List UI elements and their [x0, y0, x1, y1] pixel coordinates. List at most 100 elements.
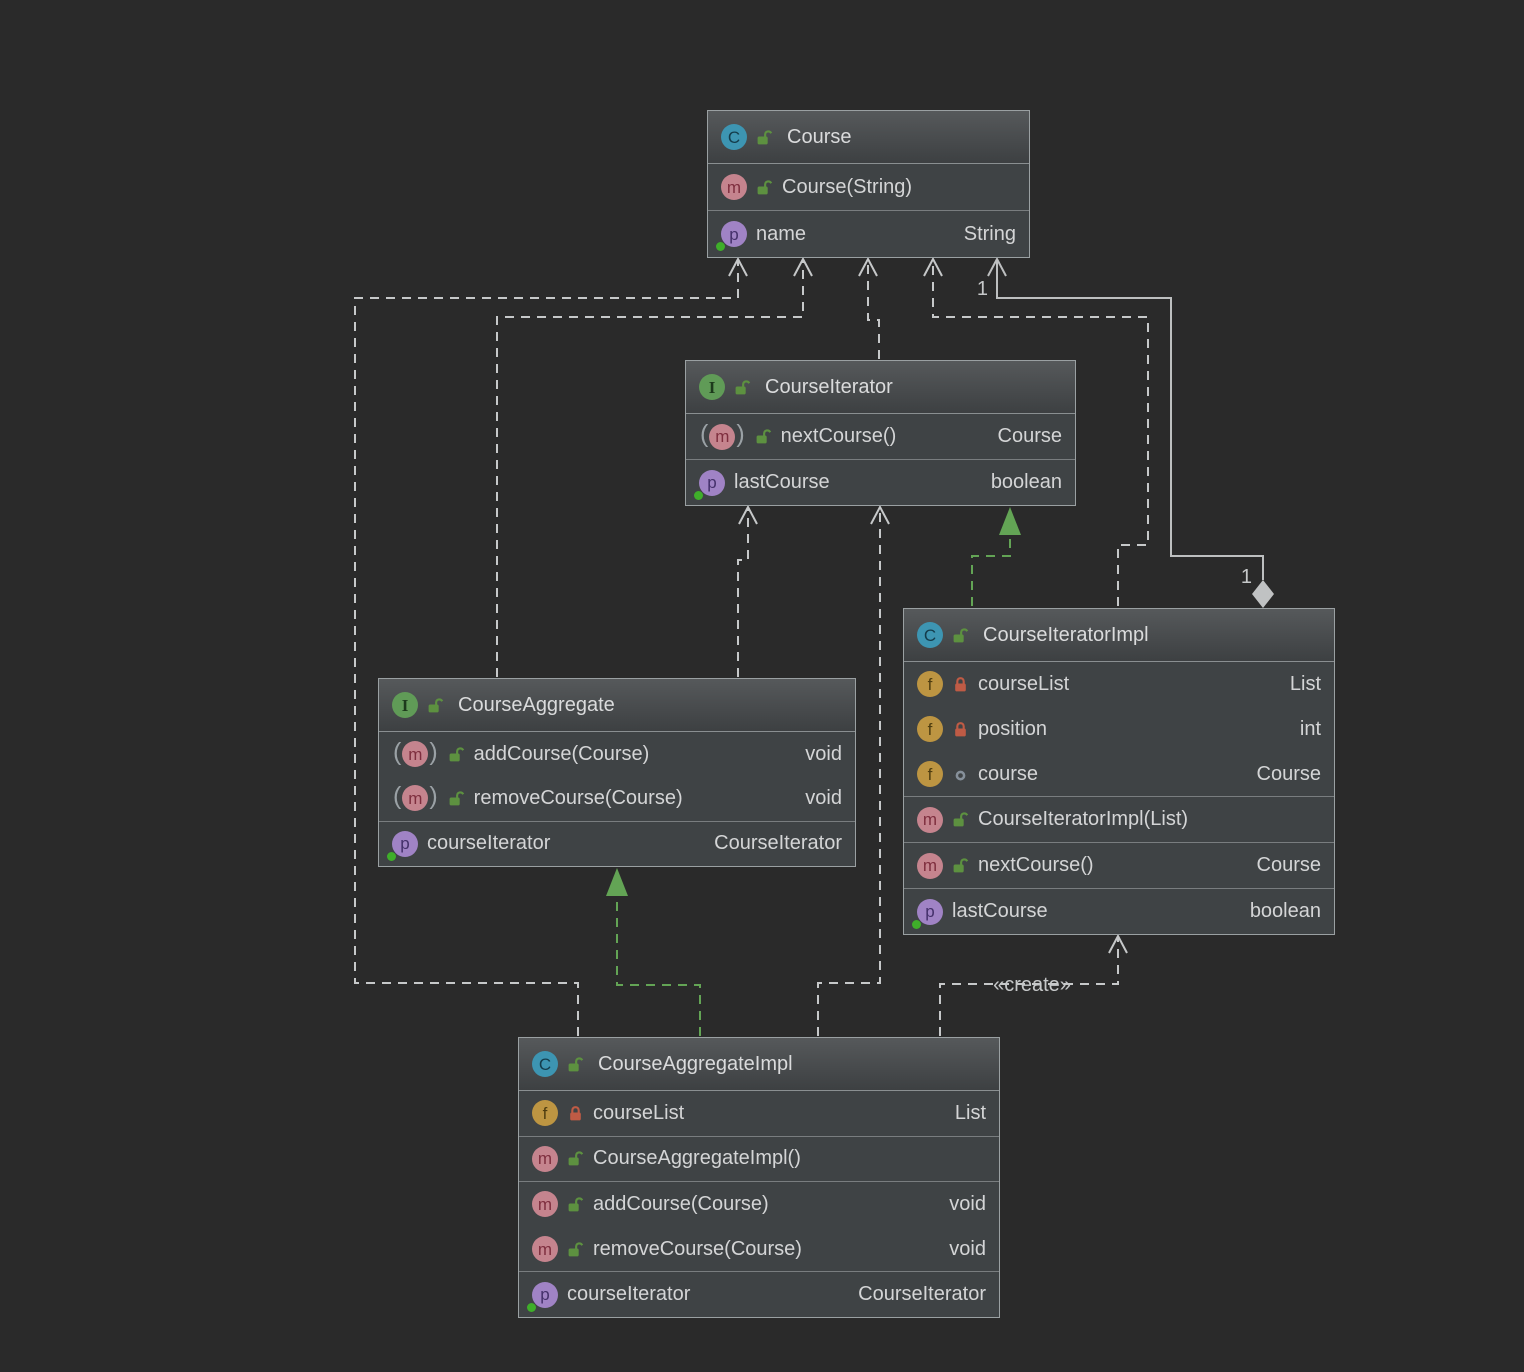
member-name: removeCourse(Course) — [593, 1237, 802, 1260]
member-name: lastCourse — [734, 471, 830, 493]
interface-node-courseaggregate[interactable]: I CourseAggregate (m) addCourse(Course) … — [378, 678, 856, 867]
closed-lock-icon — [955, 721, 966, 737]
uml-diagram-canvas: 1 1 «create» C Course m Course(String) p n… — [0, 0, 1524, 1372]
member-row-courselist-field[interactable]: f courseList List — [519, 1091, 999, 1136]
method-icon: m — [917, 806, 943, 833]
member-name: nextCourse() — [978, 854, 1094, 877]
abstract-paren-icon: ) — [429, 737, 438, 766]
package-circle-icon — [955, 770, 966, 781]
field-icon: f — [917, 716, 943, 743]
method-icon: m — [532, 1236, 558, 1263]
realization-triangle-icon — [606, 868, 628, 896]
open-lock-icon — [735, 379, 751, 394]
member-name: CourseIteratorImpl(List) — [978, 808, 1189, 831]
class-title: Course — [787, 125, 852, 148]
open-lock-icon — [757, 129, 773, 144]
member-name: addCourse(Course) — [593, 1192, 769, 1215]
open-lock-icon — [568, 1151, 584, 1166]
member-row-addcourse-method[interactable]: m addCourse(Course) void — [519, 1181, 999, 1227]
member-row-removecourse-method[interactable]: m removeCourse(Course) void — [519, 1226, 999, 1272]
interface-icon: I — [699, 374, 725, 400]
member-type: List — [1289, 672, 1321, 695]
method-icon: m — [532, 1145, 558, 1172]
member-row-nextcourse[interactable]: (m) nextCourse() Course — [686, 414, 1075, 459]
member-name: nextCourse() — [780, 425, 897, 447]
interface-header-courseiterator: I CourseIterator — [686, 361, 1075, 414]
member-name: name — [756, 222, 807, 245]
closed-lock-icon — [955, 677, 966, 692]
property-icon: p — [387, 830, 418, 861]
member-name: removeCourse(Course) — [473, 786, 683, 809]
member-row-removecourse[interactable]: (m) removeCourse(Course) void — [379, 776, 855, 821]
edge-courseaggregate-uses-courseiterator — [737, 509, 749, 677]
open-lock-icon — [953, 858, 969, 873]
method-icon: m — [721, 174, 747, 200]
class-header-courseaggregateimpl: C CourseAggregateImpl — [519, 1038, 999, 1091]
member-name: CourseAggregateImpl() — [593, 1147, 801, 1170]
open-lock-icon — [568, 1197, 584, 1212]
interface-icon: I — [392, 692, 418, 718]
member-row-courseiteratorimpl-constructor[interactable]: m CourseIteratorImpl(List) — [904, 796, 1334, 843]
abstract-method-icon: m — [402, 785, 429, 812]
class-title: CourseAggregateImpl — [598, 1052, 793, 1075]
member-row-lastcourse[interactable]: p lastCourse boolean — [686, 459, 1075, 505]
member-row-lastcourse-property[interactable]: p lastCourse boolean — [904, 888, 1334, 934]
member-type: List — [954, 1101, 986, 1124]
class-header-course: C Course — [708, 111, 1029, 164]
open-lock-icon — [953, 812, 969, 827]
green-dot-icon — [912, 919, 921, 929]
edge-label: 1 — [977, 278, 988, 300]
member-row-nextcourse-method[interactable]: m nextCourse() Course — [904, 842, 1334, 889]
member-type: String — [963, 222, 1016, 245]
member-name: course — [978, 762, 1039, 785]
member-row-course-constructor[interactable]: m Course(String) — [708, 164, 1029, 210]
edge-label: «create» — [993, 974, 1071, 996]
open-lock-icon — [568, 1056, 584, 1071]
member-row-position-field[interactable]: f position int — [904, 706, 1334, 752]
member-name: lastCourse — [952, 900, 1048, 923]
member-name: courseIterator — [567, 1283, 691, 1306]
abstract-method-icon: m — [709, 423, 736, 450]
closed-lock-icon — [570, 1105, 581, 1121]
member-row-courselist-field[interactable]: f courseList List — [904, 662, 1334, 707]
class-node-courseiteratorimpl[interactable]: C CourseIteratorImpl f courseList List f… — [903, 608, 1335, 935]
open-lock-icon — [428, 697, 444, 712]
member-name: courseIterator — [427, 832, 551, 855]
member-row-courseiterator-property[interactable]: p courseIterator CourseIterator — [379, 820, 855, 866]
edge-label: 1 — [1241, 566, 1252, 588]
green-dot-icon — [387, 851, 396, 861]
member-type: boolean — [990, 471, 1062, 493]
member-row-courseaggregateimpl-constructor[interactable]: m CourseAggregateImpl() — [519, 1135, 999, 1182]
abstract-method-icon: m — [402, 741, 429, 768]
edge-courseaggregateimpl-uses-course — [354, 261, 739, 1036]
member-row-name-property[interactable]: p name String — [708, 210, 1029, 257]
member-type: void — [805, 786, 842, 809]
member-type: boolean — [1249, 900, 1321, 923]
class-node-course[interactable]: C Course m Course(String) p name String — [707, 110, 1030, 258]
open-lock-icon — [449, 747, 464, 762]
member-row-course-field[interactable]: f course Course — [904, 751, 1334, 797]
interface-node-courseiterator[interactable]: I CourseIterator (m) nextCourse() Course… — [685, 360, 1076, 506]
field-icon: f — [917, 761, 943, 788]
member-type: CourseIterator — [714, 832, 842, 855]
class-node-courseaggregateimpl[interactable]: C CourseAggregateImpl f courseList List … — [518, 1037, 1000, 1318]
member-type: Course — [1256, 854, 1321, 877]
member-type: void — [805, 742, 842, 765]
field-icon: f — [532, 1100, 558, 1127]
member-row-addcourse[interactable]: (m) addCourse(Course) void — [379, 732, 855, 777]
member-name: Course(String) — [782, 175, 913, 198]
interface-title: CourseIterator — [765, 375, 893, 398]
interface-title: CourseAggregate — [458, 693, 615, 716]
abstract-paren-icon: ) — [736, 420, 745, 448]
member-row-courseiterator-property[interactable]: p courseIterator CourseIterator — [519, 1271, 999, 1317]
green-dot-icon — [527, 1302, 536, 1312]
open-lock-icon — [757, 179, 773, 194]
class-header-courseiteratorimpl: C CourseIteratorImpl — [904, 609, 1334, 662]
method-icon: m — [917, 852, 943, 879]
member-name: position — [978, 717, 1047, 740]
property-icon: p — [912, 898, 943, 929]
property-icon: p — [694, 469, 725, 500]
aggregation-diamond-icon — [1252, 580, 1274, 608]
realization-triangle-icon — [999, 507, 1021, 535]
class-icon: C — [532, 1051, 558, 1077]
